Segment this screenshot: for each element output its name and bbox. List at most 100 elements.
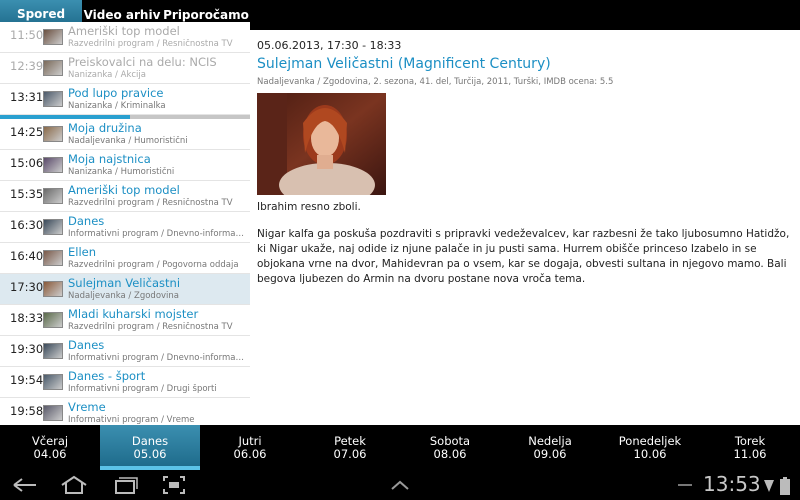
schedule-row[interactable]: 17:30 Sulejman Veličastni Nadaljevanka / Z… <box>0 274 250 305</box>
row-time: 16:40 <box>10 249 44 263</box>
program-image <box>257 93 386 195</box>
row-subtitle: Nadaljevanka / Zgodovina <box>68 291 180 301</box>
tab-label: Spored <box>16 6 66 21</box>
day-tab[interactable]: Torek 11.06 <box>700 425 800 470</box>
schedule-row[interactable]: 15:06 Moja najstnica Nanizanka / Humoristi… <box>0 150 250 181</box>
schedule-row[interactable]: 16:30 Danes Informativni program / Dnevno-… <box>0 212 250 243</box>
program-title: Sulejman Veličastni (Magnificent Century… <box>257 56 551 72</box>
row-time: 19:30 <box>10 342 44 356</box>
row-subtitle: Informativni program / Dnevno-informat..… <box>68 353 246 363</box>
minus-icon <box>678 484 692 486</box>
tab-label: Video arhiv <box>83 8 161 22</box>
row-subtitle: Nanizanka / Akcija <box>68 70 146 80</box>
day-selector: Včeraj 04.06 Danes 05.06 Jutri 06.06 Petek 07.0… <box>0 425 800 470</box>
row-thumbnail <box>43 281 63 297</box>
row-thumbnail <box>43 126 63 142</box>
day-tab[interactable]: Jutri 06.06 <box>200 425 300 470</box>
schedule-row[interactable]: 19:54 Danes - šport Informativni program /… <box>0 367 250 398</box>
row-time: 19:58 <box>10 404 44 418</box>
row-time: 11:50 <box>10 28 44 42</box>
row-title: Danes - šport <box>68 369 146 383</box>
day-date: 09.06 <box>533 447 567 461</box>
day-tab[interactable]: Sobota 08.06 <box>400 425 500 470</box>
schedule-row[interactable]: 14:25 Moja družina Nadaljevanka / Humorist… <box>0 119 250 150</box>
system-navigation-bar: 13:53 <box>0 470 800 500</box>
home-icon[interactable] <box>60 475 88 495</box>
program-datetime: 05.06.2013, 17:30 - 18:33 <box>257 39 402 52</box>
schedule-row[interactable]: 11:50 Ameriški top model Razvedrilni progr… <box>0 22 250 53</box>
row-time: 18:33 <box>10 311 44 325</box>
row-thumbnail <box>43 312 63 328</box>
row-subtitle: Informativni program / Vreme <box>68 415 195 425</box>
signal-icon <box>764 480 774 492</box>
row-subtitle: Informativni program / Dnevno-informat..… <box>68 229 246 239</box>
day-tab[interactable]: Včeraj 04.06 <box>0 425 100 470</box>
schedule-row[interactable]: 19:58 Vreme Informativni program / Vreme <box>0 398 250 425</box>
day-tab[interactable]: Petek 07.06 <box>300 425 400 470</box>
row-time: 15:35 <box>10 187 44 201</box>
row-thumbnail <box>43 29 63 45</box>
row-title: Pod lupo pravice <box>68 86 164 100</box>
row-subtitle: Nanizanka / Kriminalka <box>68 101 166 111</box>
day-date: 10.06 <box>633 447 667 461</box>
row-subtitle: Nanizanka / Humoristični <box>68 167 175 177</box>
day-date: 07.06 <box>333 447 367 461</box>
program-summary: Ibrahim resno zboli. <box>257 201 361 213</box>
row-title: Ameriški top model <box>68 183 180 197</box>
row-subtitle: Informativni program / Drugi športi <box>68 384 217 394</box>
row-thumbnail <box>43 405 63 421</box>
row-title: Preiskovalci na delu: NCIS <box>68 55 217 69</box>
recent-apps-icon[interactable] <box>112 475 138 495</box>
row-thumbnail <box>43 60 63 76</box>
row-time: 12:39 <box>10 59 44 73</box>
row-time: 13:31 <box>10 90 44 104</box>
system-clock: 13:53 <box>703 472 761 496</box>
row-subtitle: Razvedrilni program / Resničnostna TV <box>68 198 233 208</box>
row-title: Sulejman Veličastni <box>68 276 181 290</box>
row-time: 15:06 <box>10 156 44 170</box>
schedule-row[interactable]: 18:33 Mladi kuharski mojster Razvedrilni p… <box>0 305 250 336</box>
row-thumbnail <box>43 374 63 390</box>
row-thumbnail <box>43 91 63 107</box>
day-date: 11.06 <box>733 447 767 461</box>
row-subtitle: Razvedrilni program / Resničnostna TV <box>68 322 233 332</box>
schedule-row[interactable]: 13:31 Pod lupo pravice Nanizanka / Krimina… <box>0 84 250 115</box>
row-title: Moja družina <box>68 121 142 135</box>
row-time: 19:54 <box>10 373 44 387</box>
row-title: Moja najstnica <box>68 152 151 166</box>
day-date: 04.06 <box>33 447 67 461</box>
day-tab[interactable]: Ponedeljek 10.06 <box>600 425 700 470</box>
day-date: 06.06 <box>233 447 267 461</box>
schedule-row[interactable]: 12:39 Preiskovalci na delu: NCIS Nanizanka… <box>0 53 250 84</box>
program-description: Nigar kalfa ga poskuša pozdraviti s prip… <box>257 228 790 285</box>
row-thumbnail <box>43 157 63 173</box>
schedule-list[interactable]: 11:50 Ameriški top model Razvedrilni progr… <box>0 22 250 425</box>
program-detail: 05.06.2013, 17:30 - 18:33 Sulejman Velič… <box>250 30 800 425</box>
row-title: Mladi kuharski mojster <box>68 307 199 321</box>
row-subtitle: Razvedrilni program / Pogovorna oddaja <box>68 260 239 270</box>
row-title: Danes <box>68 338 105 352</box>
day-date: 05.06 <box>133 447 167 461</box>
chevron-up-icon[interactable] <box>390 480 410 490</box>
program-meta: Nadaljevanka / Zgodovina, 2. sezona, 41.… <box>257 77 614 87</box>
row-time: 14:25 <box>10 125 44 139</box>
row-subtitle: Nadaljevanka / Humoristični <box>68 136 188 146</box>
row-title: Danes <box>68 214 105 228</box>
row-title: Ellen <box>68 245 97 259</box>
day-tab[interactable]: Nedelja 09.06 <box>500 425 600 470</box>
schedule-row[interactable]: 16:40 Ellen Razvedrilni program / Pogovorn… <box>0 243 250 274</box>
day-tab[interactable]: Danes 05.06 <box>100 425 200 470</box>
schedule-row[interactable]: 19:30 Danes Informativni program / Dnevno-… <box>0 336 250 367</box>
battery-icon <box>780 477 790 495</box>
row-title: Vreme <box>68 400 106 414</box>
row-title: Ameriški top model <box>68 24 180 38</box>
day-date: 08.06 <box>433 447 467 461</box>
screenshot-icon[interactable] <box>162 475 186 495</box>
row-thumbnail <box>43 219 63 235</box>
schedule-row[interactable]: 15:35 Ameriški top model Razvedrilni progr… <box>0 181 250 212</box>
back-icon[interactable] <box>12 477 38 493</box>
row-thumbnail <box>43 188 63 204</box>
row-thumbnail <box>43 343 63 359</box>
row-time: 16:30 <box>10 218 44 232</box>
row-subtitle: Razvedrilni program / Resničnostna TV <box>68 39 233 49</box>
